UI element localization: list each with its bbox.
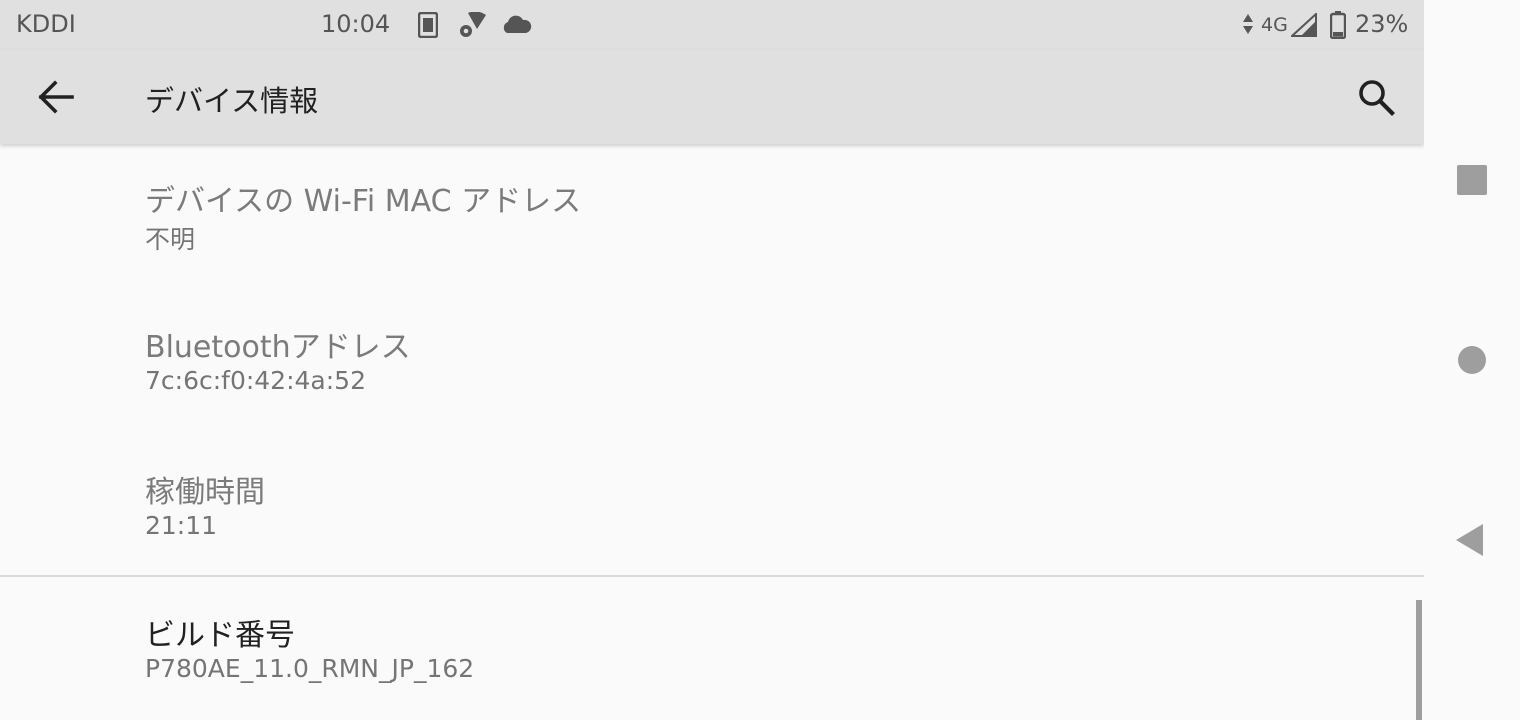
home-button[interactable] [1442,330,1502,390]
signal-icon [1291,13,1317,37]
recents-square-icon [1457,165,1487,195]
nav-back-button[interactable] [1442,510,1502,570]
navigation-bar [1425,0,1520,720]
app-bar: デバイス情報 [0,50,1424,144]
list-item-wifi-mac[interactable]: デバイスの Wi-Fi MAC アドレス 不明 [0,144,1424,289]
item-title: 稼働時間 [145,475,265,510]
network-type-label: 4G [1261,14,1288,36]
battery-icon [1330,11,1346,39]
status-bar: KDDI 10:04 4G 23% [0,0,1424,50]
settings-screen: KDDI 10:04 4G 23% デバイス情報 デバイスの Wi-Fi MAC… [0,0,1424,720]
search-button[interactable] [1344,68,1408,126]
page-title: デバイス情報 [145,84,319,118]
item-title: デバイスの Wi-Fi MAC アドレス [145,184,582,219]
back-button[interactable] [24,72,88,122]
list-item-bluetooth-address[interactable]: Bluetoothアドレス 7c:6c:f0:42:4a:52 [0,289,1424,434]
sim-card-icon [418,12,438,38]
clock: 10:04 [321,10,391,38]
carrier-label: KDDI [16,10,76,38]
search-icon [1359,80,1395,116]
arrow-left-icon [38,80,74,114]
item-title: Bluetoothアドレス [145,330,411,365]
item-title: ビルド番号 [145,618,295,653]
item-value: P780AE_11.0_RMN_JP_162 [145,654,475,683]
home-circle-icon [1458,346,1486,374]
item-value: 不明 [145,225,196,254]
list-item-build-number[interactable]: ビルド番号 P780AE_11.0_RMN_JP_162 [0,577,1424,720]
list-item-uptime[interactable]: 稼働時間 21:11 [0,434,1424,574]
settings-wifi-icon [460,12,486,37]
scrollbar-thumb[interactable] [1416,600,1422,720]
battery-percentage: 23% [1355,10,1409,38]
data-arrows-icon [1243,14,1253,34]
cloud-icon [503,15,532,33]
item-value: 7c:6c:f0:42:4a:52 [145,366,366,395]
item-value: 21:11 [145,511,218,540]
back-triangle-icon [1456,524,1483,556]
recents-button[interactable] [1442,150,1502,210]
